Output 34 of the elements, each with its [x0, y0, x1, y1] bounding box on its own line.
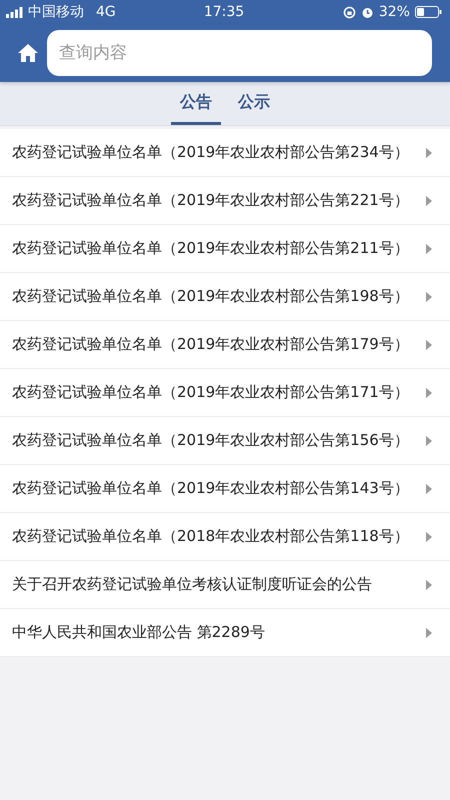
caret-icon [426, 196, 432, 206]
notice-item[interactable]: 农药登记试验单位名单（2018年农业农村部公告第118号） [0, 513, 450, 561]
caret-icon [426, 580, 432, 590]
notice-item[interactable]: 农药登记试验单位名单（2019年农业农村部公告第234号） [0, 129, 450, 177]
caret-icon [426, 244, 432, 254]
alarm-icon [360, 6, 374, 18]
notice-item[interactable]: 农药登记试验单位名单（2019年农业农村部公告第179号） [0, 321, 450, 369]
search-field[interactable]: 查询内容 [47, 30, 432, 76]
notice-item[interactable]: 农药登记试验单位名单（2019年农业农村部公告第156号） [0, 417, 450, 465]
caret-icon [426, 532, 432, 542]
tab[interactable]: 公示 [229, 82, 279, 125]
caret-icon [426, 484, 432, 494]
battery-percent: 32% [378, 4, 410, 20]
tab[interactable]: 公告 [171, 82, 221, 125]
rotation-lock-icon [342, 6, 356, 18]
carrier-name: 中国移动 [28, 3, 84, 21]
notice-item[interactable]: 农药登记试验单位名单（2019年农业农村部公告第143号） [0, 465, 450, 513]
caret-icon [426, 148, 432, 158]
signal-icon [6, 6, 24, 18]
notice-item[interactable]: 农药登记试验单位名单（2019年农业农村部公告第198号） [0, 273, 450, 321]
caret-icon [426, 388, 432, 398]
notice-item[interactable]: 农药登记试验单位名单（2019年农业农村部公告第171号） [0, 369, 450, 417]
caret-icon [426, 292, 432, 302]
clock-time: 17:35 [204, 4, 244, 20]
notice-item[interactable]: 中华人民共和国农业部公告 第2289号 [0, 609, 450, 657]
network-type: 4G [96, 4, 116, 20]
caret-icon [426, 340, 432, 350]
notice-item[interactable]: 农药登记试验单位名单（2019年农业农村部公告第211号） [0, 225, 450, 273]
notice-item[interactable]: 关于召开农药登记试验单位考核认证制度听证会的公告 [0, 561, 450, 609]
battery-icon [414, 6, 442, 18]
home-icon[interactable] [17, 43, 39, 63]
notice-item[interactable]: 农药登记试验单位名单（2019年农业农村部公告第221号） [0, 177, 450, 225]
caret-icon [426, 436, 432, 446]
caret-icon [426, 628, 432, 638]
